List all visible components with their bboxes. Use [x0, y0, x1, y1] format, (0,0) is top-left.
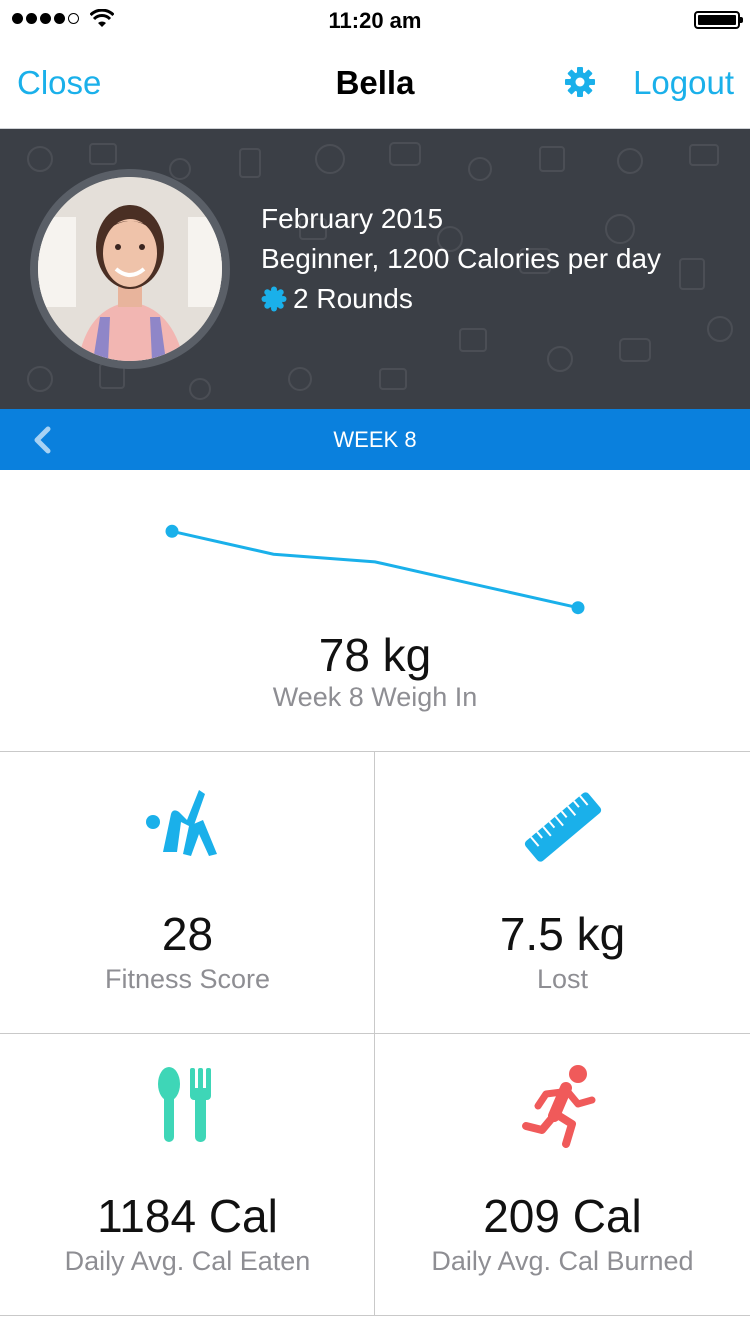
- measuring-tape-icon: [524, 792, 601, 862]
- week-label: WEEK 8: [333, 427, 417, 452]
- avatar-ring: [30, 169, 230, 369]
- profile-rounds: 2 Rounds: [261, 279, 661, 319]
- close-button[interactable]: Close: [17, 64, 101, 102]
- status-time: 11:20 am: [328, 8, 422, 33]
- rounds-label: 2 Rounds: [293, 283, 413, 314]
- profile-header: February 2015 Beginner, 1200 Calories pe…: [0, 129, 750, 409]
- chevron-left-icon[interactable]: [30, 425, 54, 455]
- status-bar: 11:20 am: [0, 0, 750, 40]
- weight-line-chart: [165, 524, 585, 615]
- weight-series-line: [171, 529, 579, 610]
- avatar-photo: [38, 177, 222, 361]
- weight-lost-label: Lost: [536, 964, 589, 994]
- profile-month: February 2015: [261, 203, 444, 234]
- stretching-person-icon: [145, 790, 217, 856]
- calories-burned-label: Daily Avg. Cal Burned: [431, 1246, 694, 1276]
- badge-icon: [261, 286, 287, 312]
- fitness-score-label: Fitness Score: [104, 964, 271, 994]
- weigh-in-panel[interactable]: 78 kg Week 8 Weigh In: [0, 470, 750, 752]
- calories-burned-card[interactable]: 209 Cal Daily Avg. Cal Burned: [375, 1034, 750, 1316]
- calories-eaten-card[interactable]: 1184 Cal Daily Avg. Cal Eaten: [0, 1034, 375, 1316]
- fitness-score-value: 28: [161, 908, 214, 960]
- calories-burned-value: 209 Cal: [483, 1190, 642, 1242]
- calories-eaten-label: Daily Avg. Cal Eaten: [64, 1246, 311, 1276]
- logout-button[interactable]: Logout: [633, 64, 734, 102]
- profile-plan: Beginner, 1200 Calories per day: [261, 243, 662, 274]
- weigh-in-label: Week 8 Weigh In: [272, 682, 478, 712]
- running-person-icon: [521, 1065, 595, 1148]
- gear-icon[interactable]: [564, 66, 596, 98]
- calories-eaten-value: 1184 Cal: [97, 1190, 278, 1242]
- battery-icon: [694, 11, 743, 29]
- week-selector: WEEK 8: [0, 409, 750, 470]
- weight-lost-value: 7.5 kg: [499, 908, 626, 960]
- fitness-score-card[interactable]: 28 Fitness Score: [0, 752, 375, 1034]
- avatar[interactable]: [38, 177, 222, 361]
- navigation-bar: Close Bella Logout: [0, 40, 750, 129]
- weigh-in-value: 78 kg: [318, 629, 432, 681]
- profile-details: February 2015 Beginner, 1200 Calories pe…: [261, 199, 661, 319]
- spoon-fork-icon: [157, 1067, 211, 1142]
- weight-data-point: [165, 524, 179, 538]
- weight-lost-card[interactable]: 7.5 kg Lost: [375, 752, 750, 1034]
- weight-data-point: [571, 601, 585, 615]
